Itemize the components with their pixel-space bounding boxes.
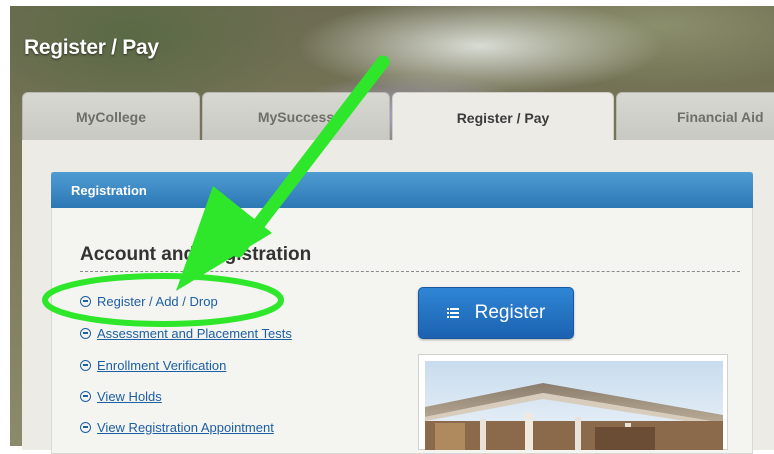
- link-label: Register / Add / Drop: [97, 293, 218, 309]
- circle-minus-icon: [80, 390, 91, 402]
- tab-register-pay[interactable]: Register / Pay: [392, 92, 614, 142]
- link-label: Enrollment Verification: [97, 357, 227, 373]
- tab-financial-aid[interactable]: Financial Aid: [616, 92, 774, 140]
- circle-minus-icon: [80, 295, 91, 307]
- tab-mysuccess[interactable]: MySuccess: [202, 92, 390, 140]
- register-button[interactable]: Register: [418, 287, 574, 339]
- register-button-label: Register: [474, 302, 546, 323]
- link-label: View Holds: [97, 388, 162, 404]
- circle-minus-icon: [80, 421, 91, 433]
- page-title: Register / Pay: [24, 36, 159, 59]
- registration-panel-header: Registration: [51, 172, 753, 208]
- list-icon: [446, 307, 459, 319]
- link-enrollment-verification[interactable]: Enrollment Verification: [80, 356, 226, 374]
- link-label: View Registration Appointment: [97, 419, 274, 435]
- link-label: Assessment and Placement Tests: [97, 325, 292, 341]
- link-register-add-drop[interactable]: Register / Add / Drop: [80, 292, 218, 310]
- link-view-holds[interactable]: View Holds: [80, 387, 162, 405]
- campus-building-photo: [425, 361, 723, 450]
- section-heading: Account and Registration: [80, 244, 312, 265]
- link-view-registration-appointment[interactable]: View Registration Appointment: [80, 418, 274, 436]
- link-assessment-placement-tests[interactable]: Assessment and Placement Tests: [80, 324, 292, 342]
- circle-minus-icon: [80, 327, 91, 339]
- section-divider: [80, 271, 740, 272]
- circle-minus-icon: [80, 359, 91, 371]
- tab-mycollege[interactable]: MyCollege: [22, 92, 200, 140]
